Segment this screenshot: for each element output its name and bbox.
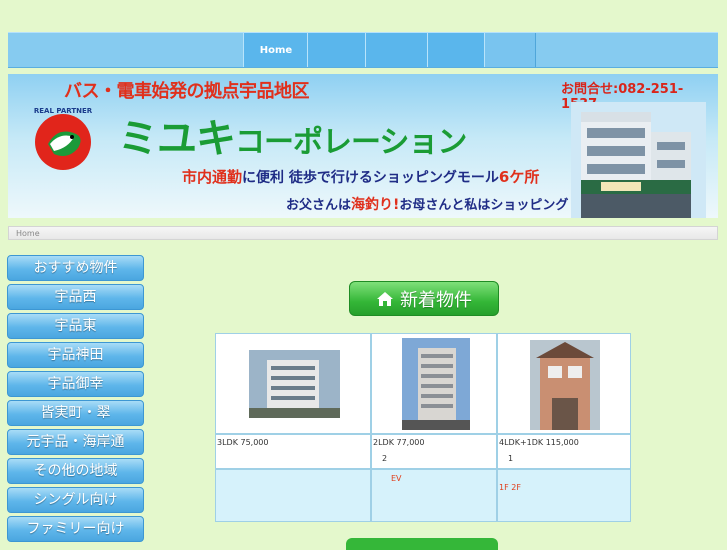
- property-price-1: 3LDK 75,000: [217, 438, 269, 447]
- property-extra-2: EV: [391, 474, 402, 483]
- property-extra-3: 1F 2F: [499, 483, 521, 492]
- property-price-cell-1: 3LDK 75,000: [215, 434, 371, 469]
- sidebar-item-minami[interactable]: 皆実町・翠: [7, 400, 144, 426]
- property-detail-3: 1: [508, 454, 514, 463]
- property-photo-cell-3[interactable]: [497, 333, 631, 434]
- next-section-button[interactable]: [346, 538, 498, 550]
- sidebar-item-ujina-miyuki[interactable]: 宇品御幸: [7, 371, 144, 397]
- sidebar-item-recommended[interactable]: おすすめ物件: [7, 255, 144, 281]
- tagline-1-text: に便利 徒歩で行けるショッピングモール: [242, 170, 499, 186]
- property-table: 3LDK 75,000 2LDK 77,000 2 4LDK+1DK 115,0…: [215, 333, 631, 522]
- property-extra-cell-1: [215, 469, 371, 522]
- property-price-cell-2: 2LDK 77,000 2: [371, 434, 497, 469]
- company-name: ミユキコーポレーション: [118, 106, 467, 164]
- banner-tagline-2: お父さんは海釣り!お母さんと私はショッピング: [286, 194, 568, 214]
- nav-item-2[interactable]: [307, 33, 367, 67]
- sidebar-item-family[interactable]: ファミリー向け: [7, 516, 144, 542]
- sidebar-item-ujina-east[interactable]: 宇品東: [7, 313, 144, 339]
- tagline-1-highlight: 市内通勤: [182, 168, 243, 186]
- new-listings-label: 新着物件: [400, 289, 472, 311]
- property-extra-cell-3: 1F 2F: [497, 469, 631, 522]
- nav-item-4[interactable]: [427, 33, 486, 67]
- nav-item-5[interactable]: [484, 33, 536, 67]
- banner-headline: バス・電車始発の拠点宇品地区: [64, 81, 310, 102]
- property-photo-cell-2[interactable]: [371, 333, 497, 434]
- property-price-cell-3: 4LDK+1DK 115,000 1: [497, 434, 631, 469]
- property-photo-2[interactable]: [402, 338, 470, 430]
- property-extra-cell-2: EV: [371, 469, 497, 522]
- sidebar-item-motoujina[interactable]: 元宇品・海岸通: [7, 429, 144, 455]
- sidebar-item-ujina-kanda[interactable]: 宇品神田: [7, 342, 144, 368]
- company-name-main: ミユキ: [118, 116, 236, 162]
- tagline-2-part2: お母さんと私はショッピング: [399, 198, 569, 213]
- company-logo-icon: REAL PARTNER: [34, 107, 93, 170]
- sidebar-item-ujina-west[interactable]: 宇品西: [7, 284, 144, 310]
- property-price-2: 2LDK 77,000: [373, 438, 425, 447]
- top-navigation: Home: [8, 32, 718, 68]
- tagline-1-count: 6ケ所: [498, 168, 540, 186]
- property-photo-cell-1[interactable]: [215, 333, 371, 434]
- header-banner: バス・電車始発の拠点宇品地区 お問合せ:082-251-1537 REAL PA…: [8, 74, 718, 218]
- sidebar-menu: おすすめ物件 宇品西 宇品東 宇品神田 宇品御幸 皆実町・翠 元宇品・海岸通 そ…: [7, 255, 144, 545]
- logo-text: REAL PARTNER: [34, 107, 93, 115]
- property-photo-3[interactable]: [530, 340, 600, 430]
- property-price-3: 4LDK+1DK 115,000: [499, 438, 579, 447]
- tagline-2-part1: お父さんは: [286, 198, 352, 213]
- banner-tagline-1: 市内通勤に便利 徒歩で行けるショッピングモール6ケ所: [182, 166, 539, 187]
- sidebar-item-single[interactable]: シングル向け: [7, 487, 144, 513]
- property-detail-2: 2: [382, 454, 388, 463]
- company-name-sub: コーポレーション: [235, 125, 467, 160]
- office-building-image: [571, 102, 706, 218]
- house-icon: [377, 291, 393, 306]
- breadcrumb[interactable]: Home: [8, 226, 718, 240]
- new-listings-button[interactable]: 新着物件: [349, 281, 499, 316]
- nav-home[interactable]: Home: [243, 33, 309, 67]
- tagline-2-highlight: 海釣り!: [351, 197, 400, 213]
- nav-item-3[interactable]: [365, 33, 429, 67]
- property-photo-1[interactable]: [249, 350, 340, 418]
- sidebar-item-other[interactable]: その他の地域: [7, 458, 144, 484]
